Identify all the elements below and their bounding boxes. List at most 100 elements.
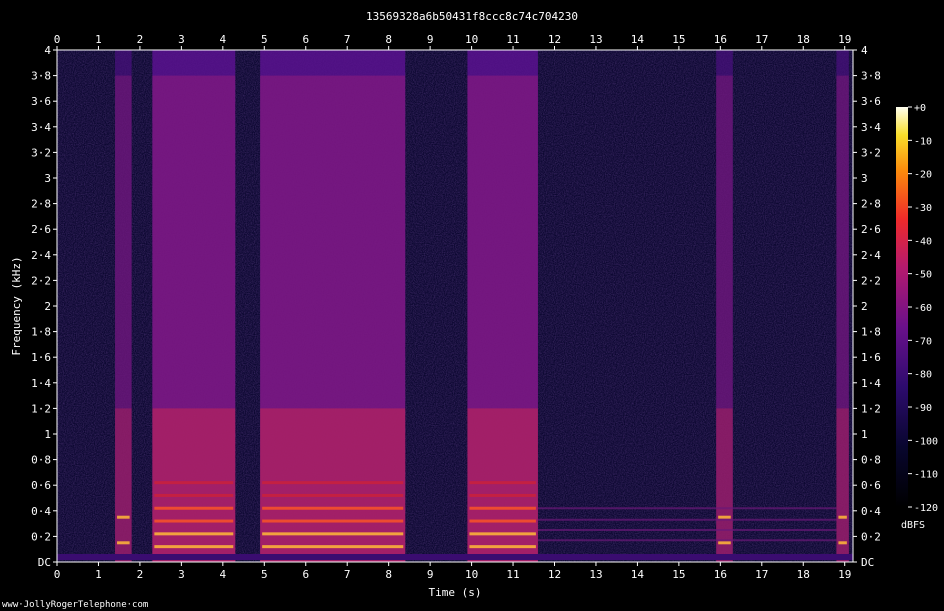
x-axis-top: 0 1 2 3 4 5 6 7 8 9 10 11 12 13 14 15 16 17 18 19 (54, 33, 851, 50)
background-hum-band (537, 529, 837, 531)
x-tick-label-top: 1 (95, 33, 102, 46)
x-axis-bottom: 0 1 2 3 4 5 6 7 8 9 10 11 12 13 14 15 16 17 18 19 (54, 562, 851, 581)
harmonic-band (469, 481, 536, 485)
x-tick-label-bottom: 13 (589, 568, 602, 581)
y-tick-label-left: 3 (44, 172, 51, 185)
x-tick-label-bottom: 14 (631, 568, 645, 581)
x-tick-label-top: 2 (137, 33, 144, 46)
x-tick-label-bottom: 18 (797, 568, 810, 581)
colorbar: +0 -10 -20 -30 -40 -50 -60 -70 -80 -90 -100 -110 -12… (896, 103, 938, 531)
harmonic-band (469, 493, 536, 497)
x-tick-label-bottom: 16 (714, 568, 727, 581)
harmonic-band (838, 515, 847, 519)
harmonic-band (262, 481, 404, 485)
y-tick-label-left: 0·6 (31, 479, 51, 492)
y-axis-left: DC 0·2 0·4 0·6 0·8 1 1·2 1·4 1·6 1·8 2 2·2 2·4 2·6 2·8… (31, 44, 57, 569)
colorbar-tick-label: -30 (914, 203, 932, 214)
x-tick-label-bottom: 0 (54, 568, 61, 581)
colorbar-gradient (896, 107, 908, 507)
harmonic-band (718, 515, 731, 519)
x-tick-label-bottom: 1 (95, 568, 102, 581)
x-tick-label-top: 13 (589, 33, 602, 46)
y-tick-label-right: 0·4 (861, 505, 881, 518)
y-tick-label-right: 0·6 (861, 479, 881, 492)
colorbar-tick-label: -100 (914, 436, 938, 447)
x-tick-label-top: 17 (755, 33, 768, 46)
y-tick-label-left: 1·6 (31, 351, 51, 364)
x-tick-label-bottom: 7 (344, 568, 351, 581)
x-tick-label-bottom: 17 (755, 568, 768, 581)
y-tick-label-left: 2·4 (31, 249, 51, 262)
colorbar-tick-label: -50 (914, 270, 932, 281)
harmonic-band (262, 532, 404, 536)
colorbar-tick-label: -20 (914, 170, 932, 181)
colorbar-tick-label: -60 (914, 303, 932, 314)
y-tick-label-right: 0·2 (861, 530, 881, 543)
chart-title: 13569328a6b50431f8ccc8c74c704230 (366, 10, 578, 23)
y-tick-label-right: 1·6 (861, 351, 881, 364)
harmonic-band (117, 515, 130, 519)
harmonic-band (154, 545, 234, 549)
colorbar-tick-label: -80 (914, 370, 932, 381)
speech-segment-low-energy (716, 408, 733, 562)
y-tick-label-left: 1·2 (31, 402, 51, 415)
y-tick-label-left: 0·8 (31, 454, 51, 467)
y-tick-label-left: 0·4 (31, 505, 51, 518)
x-tick-label-bottom: 9 (427, 568, 434, 581)
y-tick-label-right: 3·8 (861, 70, 881, 83)
y-tick-label-left: 3·4 (31, 121, 51, 134)
y-tick-label-left: DC (38, 556, 51, 569)
x-tick-label-top: 4 (220, 33, 227, 46)
harmonic-band (154, 506, 234, 510)
x-tick-label-top: 16 (714, 33, 727, 46)
x-tick-label-bottom: 2 (137, 568, 144, 581)
y-tick-label-right: 3·2 (861, 146, 881, 159)
y-tick-label-left: 4 (44, 44, 51, 57)
harmonic-band (469, 506, 536, 510)
speech-segment-low-energy (836, 408, 849, 562)
speech-segment-low-energy (115, 408, 132, 562)
harmonic-band (469, 532, 536, 536)
colorbar-tick-label: -120 (914, 503, 938, 514)
harmonic-band (262, 545, 404, 549)
colorbar-tick-label: -90 (914, 403, 932, 414)
y-tick-label-right: 2·4 (861, 249, 881, 262)
colorbar-tick-label: +0 (914, 103, 926, 114)
x-tick-label-top: 18 (797, 33, 810, 46)
background-hum-band (537, 539, 837, 542)
speech-segment-low-energy (260, 408, 406, 562)
y-tick-label-right: 2·8 (861, 198, 881, 211)
harmonic-band (154, 481, 234, 485)
x-tick-label-top: 10 (465, 33, 478, 46)
x-tick-label-top: 7 (344, 33, 351, 46)
spectrogram-chart: 13569328a6b50431f8ccc8c74c704230 0123456… (2, 10, 938, 610)
footer-credit: www·JollyRogerTelephone·com (2, 600, 148, 610)
x-tick-label-top: 8 (385, 33, 392, 46)
speech-segment-low-energy (467, 408, 538, 562)
y-tick-label-left: 1 (44, 428, 51, 441)
y-tick-label-right: 1 (861, 428, 868, 441)
x-tick-label-top: 6 (302, 33, 309, 46)
x-tick-label-bottom: 11 (506, 568, 519, 581)
y-tick-label-left: 3·2 (31, 146, 51, 159)
harmonic-band (469, 519, 536, 523)
y-tick-label-right: 3·6 (861, 95, 881, 108)
y-tick-label-right: 2·6 (861, 223, 881, 236)
harmonic-band (154, 493, 234, 497)
x-tick-label-top: 19 (838, 33, 851, 46)
harmonic-band (262, 493, 404, 497)
harmonic-band (154, 532, 234, 536)
harmonic-band (838, 541, 847, 545)
background-hum-band (537, 518, 837, 521)
x-tick-label-bottom: 10 (465, 568, 478, 581)
background-hum-band (537, 507, 837, 510)
x-tick-label-top: 0 (54, 33, 61, 46)
y-tick-label-left: 1·8 (31, 326, 51, 339)
y-tick-label-left: 1·4 (31, 377, 51, 390)
x-tick-label-bottom: 4 (220, 568, 227, 581)
harmonic-band (262, 519, 404, 523)
y-tick-label-left: 2·6 (31, 223, 51, 236)
x-tick-label-top: 14 (631, 33, 645, 46)
colorbar-tick-label: -70 (914, 336, 932, 347)
y-tick-label-right: 2 (861, 300, 868, 313)
